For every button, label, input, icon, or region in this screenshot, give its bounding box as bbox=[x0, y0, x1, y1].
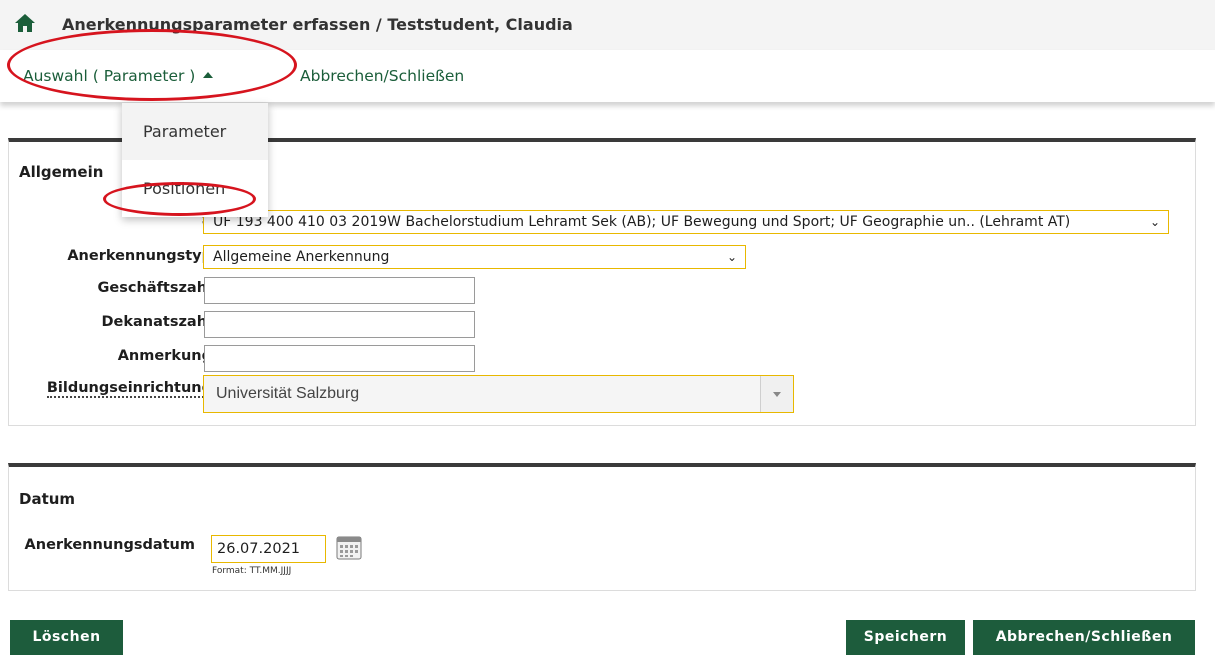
recognition-type-value: Allgemeine Anerkennung bbox=[213, 249, 390, 265]
page-title: Anerkennungsparameter erfassen / Teststu… bbox=[62, 15, 573, 34]
chevron-down-icon: ⌄ bbox=[726, 250, 737, 264]
selection-dropdown: Parameter Positionen bbox=[122, 103, 268, 217]
cancel-close-button[interactable]: Abbrechen/Schließen bbox=[973, 620, 1195, 655]
calendar-icon[interactable] bbox=[336, 536, 362, 560]
selection-menu-button[interactable]: Auswahl ( Parameter ) bbox=[23, 67, 214, 85]
chevron-down-icon: ⌄ bbox=[1149, 215, 1160, 229]
business-number-label: Geschäftszahl bbox=[97, 280, 212, 296]
remark-label: Anmerkung bbox=[117, 348, 212, 364]
remark-input[interactable] bbox=[204, 345, 475, 372]
institution-combobox[interactable]: Universität Salzburg bbox=[203, 375, 794, 413]
title-bar: Anerkennungsparameter erfassen / Teststu… bbox=[0, 0, 1215, 50]
recognition-date-input[interactable]: 26.07.2021 bbox=[211, 535, 326, 563]
caret-up-icon bbox=[203, 72, 214, 78]
menu-bar: Auswahl ( Parameter ) Abbrechen/Schließe… bbox=[0, 50, 1215, 102]
deanery-number-input[interactable] bbox=[204, 311, 475, 338]
institution-label: Bildungseinrichtung bbox=[46, 380, 212, 398]
dropdown-item-positionen[interactable]: Positionen bbox=[122, 160, 268, 217]
deanery-number-label: Dekanatszahl bbox=[101, 314, 213, 330]
selection-menu-label: Auswahl ( Parameter ) bbox=[23, 67, 196, 85]
business-number-input[interactable] bbox=[204, 277, 475, 304]
dropdown-item-parameter[interactable]: Parameter bbox=[122, 103, 268, 160]
triangle-down-icon bbox=[773, 392, 781, 397]
home-icon[interactable] bbox=[14, 13, 36, 33]
institution-dropdown-button[interactable] bbox=[760, 376, 793, 412]
recognition-type-select[interactable]: Allgemeine Anerkennung ⌄ bbox=[203, 245, 746, 269]
study-select[interactable]: UF 193 400 410 03 2019W Bachelorstudium … bbox=[203, 210, 1169, 234]
date-format-hint: Format: TT.MM.JJJJ bbox=[212, 566, 292, 576]
date-panel: Datum bbox=[8, 463, 1196, 591]
study-select-value: UF 193 400 410 03 2019W Bachelorstudium … bbox=[213, 214, 1071, 230]
save-button[interactable]: Speichern bbox=[846, 620, 965, 655]
date-section-title: Datum bbox=[19, 490, 76, 508]
general-section-title: Allgemein bbox=[19, 163, 104, 181]
institution-value: Universität Salzburg bbox=[216, 385, 360, 402]
recognition-type-label: Anerkennungstyp bbox=[67, 248, 212, 264]
cancel-close-link[interactable]: Abbrechen/Schließen bbox=[300, 67, 464, 85]
recognition-date-label: Anerkennungsdatum bbox=[24, 537, 195, 553]
delete-button[interactable]: Löschen bbox=[10, 620, 123, 655]
